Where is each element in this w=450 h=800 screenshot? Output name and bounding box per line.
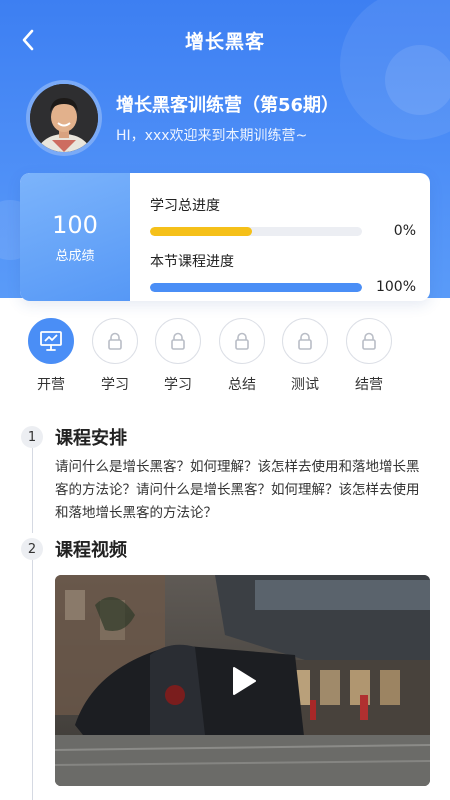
progress-fill: [150, 282, 362, 292]
step-circle: [92, 318, 138, 364]
step-label: 总结: [228, 377, 256, 393]
lock-icon: [298, 332, 312, 350]
progress-title: 本节课程进度: [150, 254, 234, 270]
step-label: 学习: [101, 377, 129, 393]
section-number-badge: 2: [21, 538, 43, 560]
presentation-icon: [40, 331, 62, 351]
step-label: 测试: [291, 377, 319, 393]
step-circle: [282, 318, 328, 364]
step-label: 学习: [164, 377, 192, 393]
avatar: [26, 80, 102, 156]
step-summary[interactable]: 总结: [210, 318, 274, 394]
section-title-video: 课程视频: [55, 540, 127, 561]
progress-panel: 学习总进度 0% 本节课程进度 100%: [130, 173, 430, 301]
timeline-line: [32, 559, 33, 800]
step-opening[interactable]: 开营: [19, 318, 83, 394]
nav-bar: 增长黑客: [0, 20, 450, 60]
step-test[interactable]: 测试: [273, 318, 337, 394]
step-study-2[interactable]: 学习: [146, 318, 210, 394]
total-score-label: 总成绩: [55, 248, 95, 264]
step-circle: [346, 318, 392, 364]
course-video-player[interactable]: [55, 575, 430, 786]
step-circle: [155, 318, 201, 364]
step-study-1[interactable]: 学习: [83, 318, 147, 394]
section-progress: 本节课程进度 100%: [150, 251, 416, 295]
total-score-value: 100: [52, 210, 98, 239]
overall-progress: 学习总进度 0%: [150, 195, 416, 239]
lock-icon: [362, 332, 376, 350]
timeline-line: [32, 447, 33, 533]
stage-steps: 开营 学习 学习 总结 测试 结营: [0, 318, 450, 398]
section-description: 请问什么是增长黑客？如何理解？该怎样去使用和落地增长黑客的方法论？请问什么是增长…: [55, 459, 420, 521]
lock-icon: [108, 332, 122, 350]
progress-bar: [150, 282, 362, 292]
step-label: 结营: [355, 377, 383, 393]
back-button[interactable]: [12, 22, 44, 58]
total-score-panel: 100 总成绩: [20, 173, 130, 301]
step-closing[interactable]: 结营: [337, 318, 401, 394]
camp-title: 增长黑客训练营（第56期）: [116, 95, 340, 116]
step-circle: [219, 318, 265, 364]
progress-bar: [150, 226, 362, 236]
progress-percent: 0%: [393, 223, 416, 239]
avatar-photo: [30, 84, 98, 152]
progress-fill: [150, 226, 252, 236]
section-title-schedule: 课程安排: [55, 428, 127, 449]
step-label: 开营: [37, 377, 65, 393]
play-icon: [233, 667, 256, 695]
progress-percent: 100%: [375, 279, 416, 295]
chevron-left-icon: [22, 29, 34, 51]
score-card: 100 总成绩 学习总进度 0% 本节课程进度 100%: [20, 173, 430, 301]
lock-icon: [235, 332, 249, 350]
step-circle: [28, 318, 74, 364]
section-number-badge: 1: [21, 426, 43, 448]
greeting-text: HI，xxx欢迎来到本期训练营~: [116, 128, 308, 144]
page-title: 增长黑客: [184, 30, 265, 53]
progress-title: 学习总进度: [150, 198, 220, 214]
profile-header: 增长黑客训练营（第56期） HI，xxx欢迎来到本期训练营~: [26, 80, 339, 156]
lock-icon: [171, 332, 185, 350]
play-button[interactable]: [226, 663, 262, 699]
